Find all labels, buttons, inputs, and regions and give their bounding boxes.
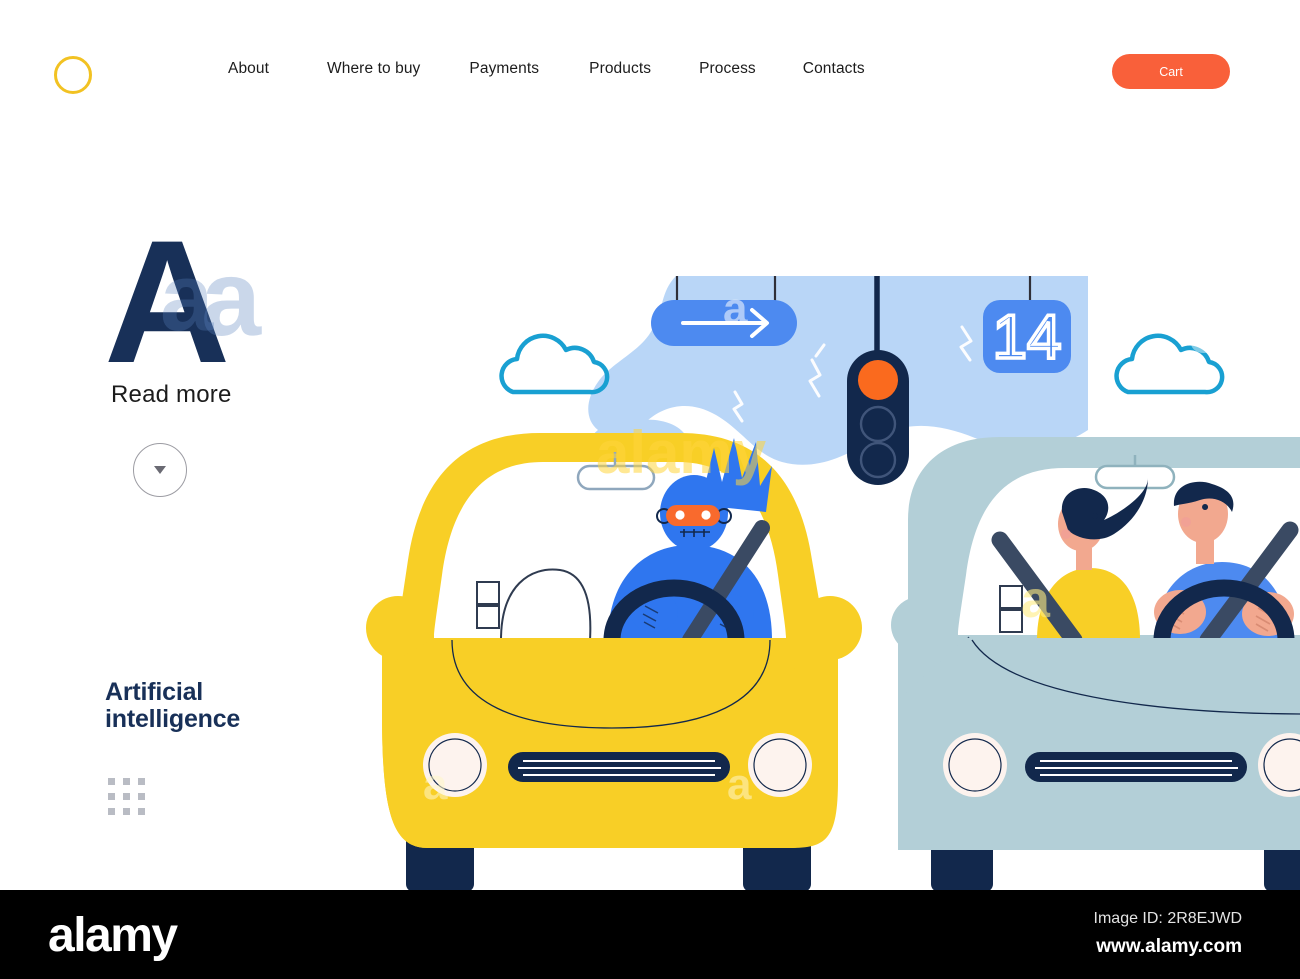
grid-dot [123, 793, 130, 800]
nav-item-payments[interactable]: Payments [469, 60, 539, 78]
watermark-alamy-letter: a [1188, 279, 1234, 370]
blue-car [891, 437, 1300, 890]
sky-blob-tail [586, 419, 690, 493]
read-more-link[interactable]: Read more [111, 381, 232, 409]
steering-wheel-yellow [603, 579, 745, 649]
headline-line-1: Artificial [105, 678, 204, 706]
seatbelt-left [991, 531, 1083, 649]
nav-item-contacts[interactable]: Contacts [803, 60, 865, 78]
traffic-light [847, 350, 909, 485]
chevron-down-icon [154, 466, 166, 474]
grid-dot [123, 778, 130, 785]
logo-ring-icon[interactable] [54, 56, 92, 94]
grid-dot [138, 808, 145, 815]
seatbelt-robot [682, 520, 770, 648]
hero-big-letter: A [104, 205, 230, 400]
yellow-car [366, 433, 862, 890]
site-header: About Where to buy Payments Products Pro… [0, 0, 1300, 145]
grid-dot [123, 808, 130, 815]
grid-dot [108, 793, 115, 800]
watermark-alamy-letter: a [727, 760, 752, 809]
nav-item-products[interactable]: Products [589, 60, 651, 78]
passenger-woman [1037, 478, 1148, 640]
page-canvas: 14 About Where to buy Payments Products … [0, 0, 1300, 890]
seatbelt-right [1199, 521, 1299, 649]
arrow-right-sign [651, 300, 797, 346]
scroll-down-button[interactable] [133, 443, 187, 497]
grid-dot [108, 808, 115, 815]
countdown-sign: 14 [983, 300, 1071, 374]
alamy-logo-text: alamy [48, 909, 178, 962]
grid-dot [108, 778, 115, 785]
watermark-alamy-letter: a [1021, 571, 1050, 629]
main-navigation: About Where to buy Payments Products Pro… [228, 60, 865, 78]
steering-wheel-blue [1153, 579, 1295, 649]
nav-item-where-to-buy[interactable]: Where to buy [327, 60, 420, 78]
alamy-url-text: www.alamy.com [1096, 936, 1242, 957]
lightning-squiggles [732, 325, 973, 423]
image-id-text: Image ID: 2R8EJWD [1093, 910, 1242, 927]
svg-text:14: 14 [993, 303, 1062, 372]
nav-item-about[interactable]: About [228, 60, 269, 78]
page-title: Artificial intelligence [105, 679, 240, 733]
stock-footer-bar [0, 890, 1300, 979]
headline-line-2: intelligence [105, 705, 241, 733]
sign-poles [675, 276, 1032, 302]
watermark-alamy-letter: a [423, 760, 448, 809]
watermark-alamy-word: alamy [596, 419, 767, 486]
passenger-man-driver [1154, 481, 1294, 640]
robot-driver [608, 438, 772, 640]
sky-blob [588, 276, 1088, 465]
grid-dot [138, 778, 145, 785]
watermark-alamy-letter: a [723, 284, 748, 333]
grid-dot [138, 793, 145, 800]
cloud-left-icon [499, 333, 610, 395]
cart-button[interactable]: Cart [1112, 54, 1230, 89]
dot-grid-icon [108, 778, 145, 815]
cloud-right-icon [1114, 333, 1225, 395]
nav-item-process[interactable]: Process [699, 60, 756, 78]
